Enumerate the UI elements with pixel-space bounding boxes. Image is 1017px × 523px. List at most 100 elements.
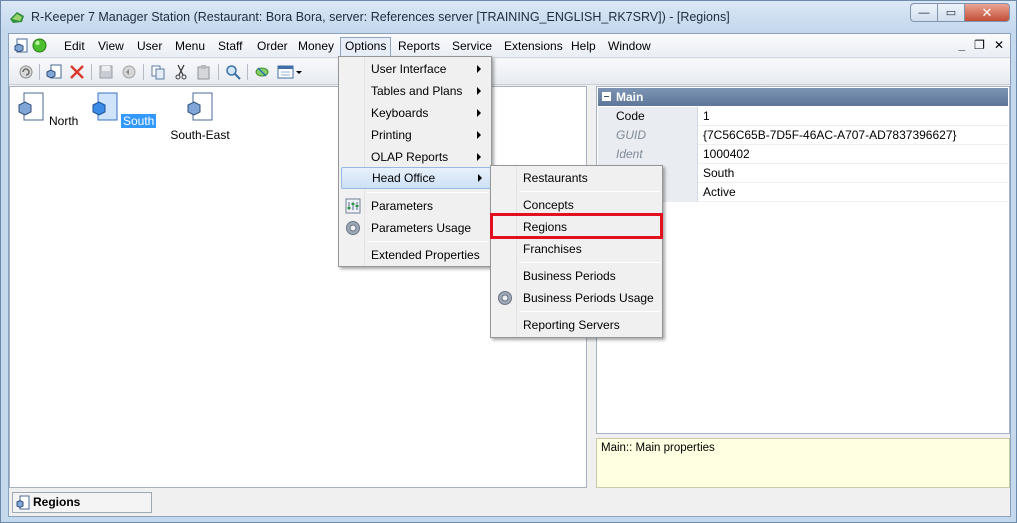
- property-group-title: Main: [616, 90, 644, 104]
- menu-window[interactable]: Window: [604, 38, 655, 56]
- menu-item-label: Concepts: [523, 198, 574, 212]
- submenu-arrow-icon: [477, 109, 481, 117]
- property-group-header[interactable]: Main: [598, 88, 1008, 106]
- title-bar: R-Keeper 7 Manager Station (Restaurant: …: [1, 1, 1016, 33]
- window-title: R-Keeper 7 Manager Station (Restaurant: …: [31, 10, 730, 24]
- document-icon[interactable]: [14, 38, 28, 54]
- region-label: South-East: [170, 128, 230, 142]
- property-name: GUID: [598, 126, 698, 145]
- property-row-code[interactable]: Code 1: [598, 107, 1008, 126]
- region-item-south[interactable]: South: [89, 92, 159, 128]
- region-item-north[interactable]: North: [14, 92, 84, 128]
- menu-options[interactable]: Options: [340, 37, 392, 58]
- undo-icon[interactable]: [120, 63, 138, 81]
- property-row-ident[interactable]: Ident 1000402: [598, 145, 1008, 164]
- menu-item-keyboards[interactable]: Keyboards: [341, 102, 489, 124]
- menu-item-label: Business Periods: [523, 269, 616, 283]
- menu-item-label: Franchises: [523, 242, 582, 256]
- maximize-button[interactable]: ▭: [937, 3, 964, 22]
- menu-reports[interactable]: Reports: [394, 38, 444, 56]
- menu-bar: Edit View User Menu Staff Order Money Op…: [9, 34, 1010, 58]
- app-logo-icon: [10, 12, 24, 23]
- menu-item-parameters[interactable]: Parameters: [341, 195, 489, 217]
- menu-order[interactable]: Order: [253, 38, 292, 56]
- menu-item-printing[interactable]: Printing: [341, 124, 489, 146]
- new-item-icon[interactable]: [45, 63, 63, 81]
- cut-icon[interactable]: [172, 63, 190, 81]
- menu-item-label: Head Office: [372, 171, 436, 185]
- region-icon: [187, 92, 213, 121]
- head-office-submenu: Restaurants Concepts Regions Franchises …: [490, 165, 663, 338]
- mdi-restore-button[interactable]: ❐: [974, 38, 985, 52]
- refresh-icon[interactable]: [17, 63, 35, 81]
- property-row-guid[interactable]: GUID {7C56C65B-7D5F-46AC-A707-AD78373966…: [598, 126, 1008, 145]
- region-icon: [18, 92, 44, 121]
- menu-item-label: User Interface: [371, 62, 447, 76]
- menu-item-parameters-usage[interactable]: Parameters Usage: [341, 217, 489, 239]
- paste-icon[interactable]: [195, 63, 213, 81]
- menu-item-restaurants[interactable]: Restaurants: [493, 167, 660, 189]
- property-value[interactable]: {7C56C65B-7D5F-46AC-A707-AD7837396627}: [703, 126, 957, 145]
- property-value[interactable]: Active: [703, 183, 736, 202]
- menu-item-business-periods-usage[interactable]: Business Periods Usage: [493, 287, 660, 309]
- menu-item-label: Restaurants: [523, 171, 588, 185]
- menu-item-label: Reporting Servers: [523, 318, 620, 332]
- save-icon[interactable]: [97, 63, 115, 81]
- copy-icon[interactable]: [149, 63, 167, 81]
- highlight-annotation: [490, 213, 663, 239]
- menu-item-label: Tables and Plans: [371, 84, 463, 98]
- mdi-minimize-button[interactable]: _: [958, 38, 965, 52]
- menu-item-head-office[interactable]: Head Office: [341, 167, 491, 189]
- menu-staff[interactable]: Staff: [214, 38, 246, 56]
- main-window: R-Keeper 7 Manager Station (Restaurant: …: [0, 0, 1017, 523]
- gear-icon: [498, 291, 512, 305]
- property-description: Main:: Main properties: [596, 438, 1010, 488]
- menu-view[interactable]: View: [94, 38, 128, 56]
- menu-help[interactable]: Help: [567, 38, 600, 56]
- menu-item-label: Printing: [371, 128, 412, 142]
- close-button[interactable]: ✕: [964, 3, 1010, 22]
- menu-item-reporting-servers[interactable]: Reporting Servers: [493, 314, 660, 336]
- property-value[interactable]: 1000402: [703, 145, 750, 164]
- menu-edit[interactable]: Edit: [60, 38, 89, 56]
- menu-item-olap-reports[interactable]: OLAP Reports: [341, 146, 489, 168]
- submenu-arrow-icon: [478, 174, 482, 182]
- menu-user[interactable]: User: [133, 38, 166, 56]
- sync-icon[interactable]: [253, 63, 271, 81]
- submenu-arrow-icon: [477, 131, 481, 139]
- menu-item-tables-and-plans[interactable]: Tables and Plans: [341, 80, 489, 102]
- submenu-arrow-icon: [477, 65, 481, 73]
- property-value[interactable]: 1: [703, 107, 710, 126]
- status-green-icon[interactable]: [32, 38, 47, 53]
- options-menu: User Interface Tables and Plans Keyboard…: [338, 56, 492, 267]
- property-name: Ident: [598, 145, 698, 164]
- menu-item-label: Parameters: [371, 199, 434, 213]
- property-value[interactable]: South: [703, 164, 734, 183]
- window-tab-regions[interactable]: Regions: [12, 492, 152, 513]
- search-icon[interactable]: [224, 63, 242, 81]
- collapse-icon[interactable]: [602, 92, 611, 101]
- menu-extensions[interactable]: Extensions: [500, 38, 567, 56]
- view-mode-icon[interactable]: [277, 63, 303, 81]
- property-name: Code: [598, 107, 698, 126]
- region-item-south-east[interactable]: South-East: [164, 92, 236, 142]
- menu-item-business-periods[interactable]: Business Periods: [493, 265, 660, 287]
- mdi-controls: _ ❐ ✕: [958, 38, 1004, 52]
- menu-menu[interactable]: Menu: [171, 38, 209, 56]
- region-icon: [16, 495, 30, 510]
- menu-service[interactable]: Service: [448, 38, 496, 56]
- menu-item-label: OLAP Reports: [371, 150, 449, 164]
- submenu-arrow-icon: [477, 153, 481, 161]
- menu-item-franchises[interactable]: Franchises: [493, 238, 660, 260]
- menu-item-extended-properties[interactable]: Extended Properties: [341, 244, 489, 266]
- parameters-icon: [345, 198, 361, 214]
- minimize-button[interactable]: —: [910, 3, 937, 22]
- menu-item-user-interface[interactable]: User Interface: [341, 58, 489, 80]
- toolbar: [9, 59, 1010, 85]
- menu-money[interactable]: Money: [294, 38, 338, 56]
- mdi-close-button[interactable]: ✕: [994, 38, 1004, 52]
- status-bar: Regions: [9, 490, 1010, 516]
- region-label: South: [120, 114, 157, 128]
- window-tab-label: Regions: [33, 495, 81, 509]
- delete-icon[interactable]: [68, 63, 86, 81]
